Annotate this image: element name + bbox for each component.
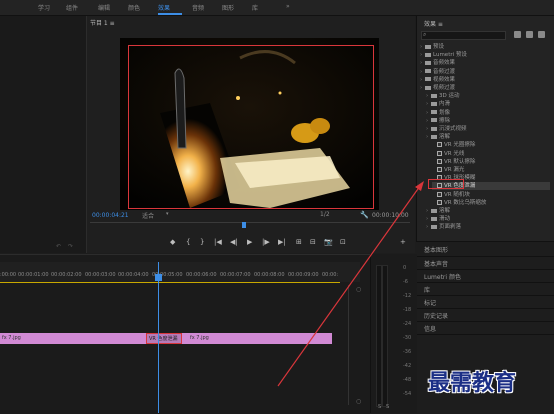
watermark-logo: 最需教育 [428,370,517,396]
annotation-arrow [277,181,424,387]
